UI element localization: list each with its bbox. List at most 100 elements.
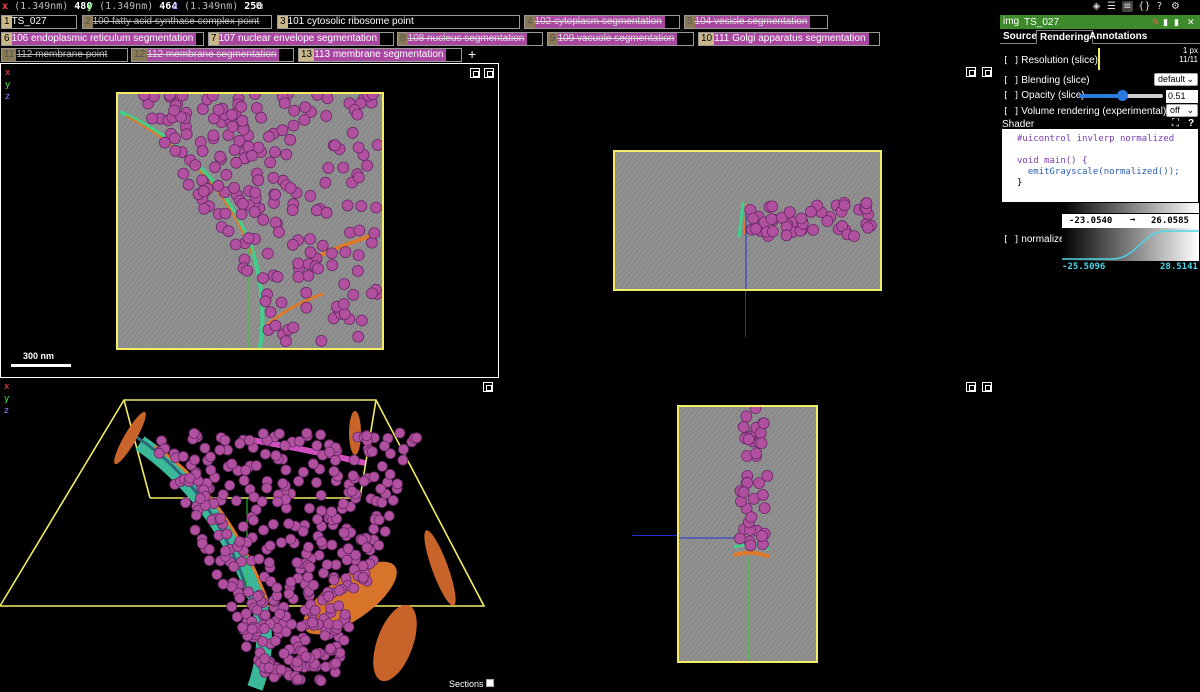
layer-tab-8[interactable]: 8 108 nucleus segmentation <box>397 32 543 46</box>
yz-slice-panel[interactable] <box>500 378 1000 692</box>
y-coordinate[interactable]: y (1.349nm) 464 <box>87 1 177 12</box>
ribosome-point <box>240 465 252 476</box>
maximize-panel-icon[interactable] <box>966 382 976 392</box>
sections-label: Sections <box>449 679 484 689</box>
window-min[interactable]: -25.5096 <box>1062 262 1105 272</box>
segmentation-overlay-xy <box>119 94 382 348</box>
ribosome-point <box>300 286 313 299</box>
invlerp-widget[interactable] <box>1062 228 1199 261</box>
layout-panel-icon[interactable] <box>982 382 992 392</box>
range-max[interactable]: 26.0585 <box>1151 216 1189 226</box>
layer-tab-9[interactable]: 9 109 vacuole segmentation <box>547 32 694 46</box>
shader-editor[interactable]: #uicontrol invlerp normalized void main(… <box>1002 129 1198 202</box>
tab-rendering[interactable]: Rendering <box>1036 30 1094 44</box>
ribosome-point <box>333 585 345 596</box>
layer-tab-1[interactable]: 1 TS_027 <box>1 15 77 29</box>
layout-panel-icon[interactable] <box>982 67 992 77</box>
ribosome-point <box>196 145 209 157</box>
golgi-membrane <box>267 292 324 326</box>
layer-side-panel: img ✎ ▮ ▮ ✕ Source Rendering Annotations… <box>1000 15 1200 692</box>
ribosome-point <box>246 623 258 635</box>
layer-tab-6[interactable]: 6 106 endoplasmic reticulum segmentation <box>1 32 204 46</box>
ribosome-point <box>315 489 327 501</box>
expand-icon[interactable]: ⛶ <box>1172 118 1179 129</box>
layer-tab-3[interactable]: 3 101 cytosolic ribosome point <box>277 15 520 29</box>
layer-number: 2 <box>83 16 93 28</box>
layers-icon[interactable]: ◈ <box>1091 1 1102 12</box>
xy-slice-panel[interactable]: x y z 300 nm <box>0 63 499 378</box>
layer-tab-2[interactable]: 2 100 fatty acid synthase complex point <box>82 15 272 29</box>
ribosome-point <box>300 651 312 662</box>
close-icon[interactable]: ✕ <box>1187 16 1195 28</box>
ribosome-point <box>190 509 202 521</box>
resolution-level: 11/11 <box>1179 55 1198 64</box>
maximize-panel-icon[interactable] <box>966 67 976 77</box>
x-axis-indicator: x <box>5 68 11 78</box>
opacity-value-input[interactable]: 0.51 <box>1166 90 1198 103</box>
layer-tab-12[interactable]: 12 112 membrane segmentation <box>131 48 294 62</box>
range-min[interactable]: -23.0540 <box>1069 216 1112 226</box>
pin-icon[interactable]: ✎ <box>1152 16 1160 28</box>
ribosome-point <box>153 447 165 459</box>
maximize-panel-icon[interactable] <box>470 68 480 78</box>
settings-icon[interactable]: ⚙ <box>1170 1 1181 12</box>
layer-number: 9 <box>548 33 558 45</box>
ribosome-point <box>351 108 364 121</box>
help-icon[interactable]: ? <box>1154 1 1165 12</box>
tab-annotations[interactable]: Annotations <box>1086 30 1150 44</box>
help-bracket[interactable]: [ ] <box>1003 107 1019 117</box>
ribosome-point <box>237 521 249 533</box>
opacity-slider[interactable] <box>1079 90 1163 101</box>
ribosome-point <box>264 540 276 552</box>
help-bracket[interactable]: [ ] <box>1003 76 1019 86</box>
json-icon[interactable]: {} <box>1138 1 1151 12</box>
sections-checkbox[interactable] <box>486 679 494 687</box>
z-coordinate[interactable]: z (1.349nm) 250 <box>172 1 262 12</box>
ribosome-point <box>301 427 313 439</box>
opacity-slider-thumb[interactable] <box>1116 90 1128 101</box>
copy-icon[interactable]: ⧉ <box>254 1 265 12</box>
layer-tab-4[interactable]: 4 102 cytoplasm segmentation <box>524 15 680 29</box>
volume-rendering-select[interactable]: off ⌄ <box>1166 104 1198 117</box>
help-bracket[interactable]: [ ] <box>1003 91 1019 101</box>
ribosome-point <box>734 532 746 545</box>
layout-icon[interactable]: ≡ <box>1122 1 1133 12</box>
window-max[interactable]: 28.5141 <box>1160 262 1198 272</box>
ribosome-point <box>756 530 768 542</box>
ribosome-point <box>284 133 297 146</box>
layout-panel-icon[interactable] <box>484 68 494 78</box>
layer-number: 1 <box>2 16 12 28</box>
layer-tab-11[interactable]: 11 112 membrane point <box>1 48 128 62</box>
help-bracket[interactable]: [ ] <box>1003 235 1019 245</box>
layer-tab-7[interactable]: 7 107 nuclear envelope segmentation <box>208 32 394 46</box>
ribosome-point <box>780 229 793 242</box>
ribosome-point <box>256 272 269 285</box>
ribosome-point <box>366 287 378 300</box>
layer-tab-5[interactable]: 5 104 vesicle segmentation <box>684 15 828 29</box>
x-coordinate[interactable]: x (1.349nm) 480 <box>2 1 92 12</box>
range-bar[interactable]: -23.0540 → 26.0585 <box>1062 214 1199 228</box>
delete-icon[interactable]: ▮ <box>1174 16 1179 28</box>
help-bracket[interactable]: [ ] <box>1003 56 1019 66</box>
z-axis-indicator: z <box>5 92 10 102</box>
stack-icon[interactable]: ☰ <box>1106 1 1117 12</box>
blending-select[interactable]: default ⌄ <box>1154 73 1198 86</box>
ribosome-point <box>319 630 331 642</box>
layer-name-input[interactable] <box>1022 16 1140 28</box>
y-axis-indicator: y <box>5 80 11 90</box>
add-layer-button[interactable]: + <box>468 47 476 61</box>
xz-slice-panel[interactable] <box>500 63 1000 378</box>
ribosome-point <box>214 444 226 456</box>
help-icon[interactable]: ? <box>1188 118 1194 129</box>
ribosome-point <box>337 298 350 310</box>
tab-source[interactable]: Source <box>1000 30 1040 44</box>
ribosome-point <box>198 202 210 215</box>
layer-tab-13[interactable]: 13 113 membrane segmentation <box>298 48 462 62</box>
vacuole-surface <box>373 604 417 682</box>
resolution-indicator <box>1098 48 1100 70</box>
ribosome-point <box>249 94 261 100</box>
duplicate-icon[interactable]: ▮ <box>1163 16 1168 28</box>
layer-tab-10[interactable]: 10 111 Golgi apparatus segmentation <box>698 32 880 46</box>
3d-view-panel[interactable]: x y z Sections <box>0 378 500 692</box>
ribosome-point <box>860 197 873 210</box>
